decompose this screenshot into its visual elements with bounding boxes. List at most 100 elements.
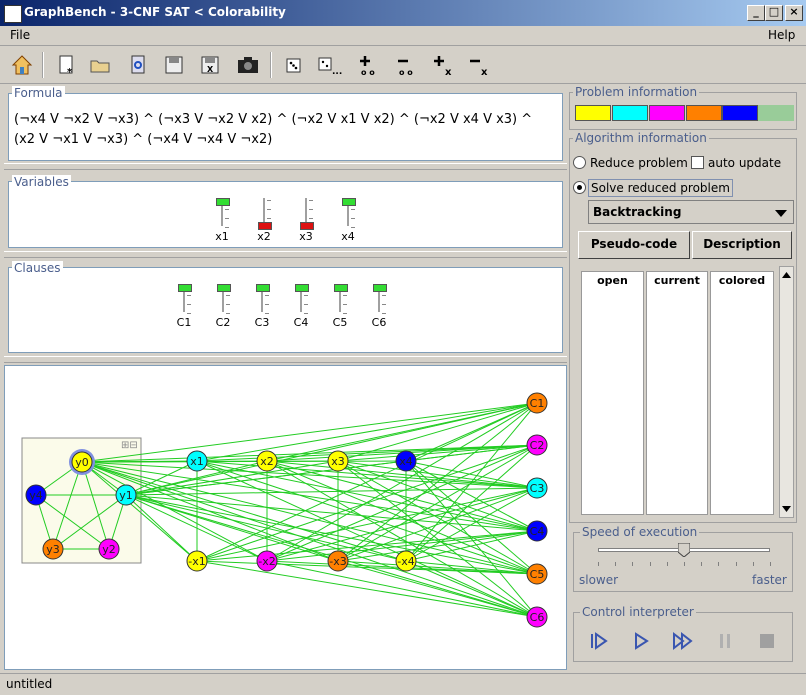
save-as-button[interactable]: X xyxy=(196,51,224,79)
open-button[interactable] xyxy=(86,51,114,79)
graph-node-C1[interactable]: C1 xyxy=(526,392,548,414)
splitter-1[interactable] xyxy=(4,163,567,170)
clause-slider-C2-thumb[interactable] xyxy=(217,284,231,292)
svg-text:x: x xyxy=(481,67,488,77)
description-button[interactable]: Description xyxy=(692,231,792,259)
speed-tick xyxy=(615,562,617,566)
home-icon xyxy=(11,55,33,75)
faster-label: faster xyxy=(752,573,787,587)
variable-slider-x4-thumb[interactable] xyxy=(342,198,356,206)
graph-canvas[interactable]: ⊞⊟ y0 y1 y4 y3 y2 x1 x2 x3 x4 -x1 -x2 -x3 -x4 C1 C2 C3 C4… xyxy=(4,365,567,670)
scrollbar[interactable] xyxy=(779,266,794,518)
remove-vertex-button[interactable]: o o xyxy=(392,51,420,79)
pseudo-code-button[interactable]: Pseudo-code xyxy=(578,231,690,259)
variable-slider-x3-thumb[interactable] xyxy=(300,222,314,230)
clause-slider-C6-thumb[interactable] xyxy=(373,284,387,292)
formula-text: (¬x4 V ¬x2 V ¬x3) ^ (¬x3 V ¬x2 V x2) ^ (… xyxy=(14,112,533,147)
color-swatch-magenta xyxy=(649,105,685,121)
graph-node-x2[interactable]: x2 xyxy=(256,450,278,472)
splitter-2[interactable] xyxy=(4,251,567,258)
svg-text:x: x xyxy=(445,67,452,77)
graph-node-y3[interactable]: y3 xyxy=(42,538,64,560)
graph-node-C2[interactable]: C2 xyxy=(526,434,548,456)
minimize-button[interactable]: _ xyxy=(747,5,765,21)
variable-slider-x4[interactable]: x4 xyxy=(336,198,360,244)
remove-variable-button[interactable]: x xyxy=(464,51,492,79)
color-swatch-orange xyxy=(686,105,722,121)
graph-node-nx2[interactable]: -x2 xyxy=(256,550,278,572)
svg-text:C4: C4 xyxy=(530,525,545,538)
clause-slider-C4-thumb[interactable] xyxy=(295,284,309,292)
solve-radio[interactable] xyxy=(573,181,586,194)
graph-node-nx1[interactable]: -x1 xyxy=(186,550,208,572)
save-button[interactable] xyxy=(160,51,188,79)
folder-icon xyxy=(90,60,110,73)
new-button[interactable]: * xyxy=(52,51,80,79)
graph-node-y1[interactable]: y1 xyxy=(115,484,137,506)
clause-slider-C4[interactable]: C4 xyxy=(289,284,313,330)
menu-file[interactable]: File xyxy=(10,28,30,42)
refresh-button[interactable] xyxy=(124,51,152,79)
svg-text:-x4: -x4 xyxy=(397,555,414,568)
variable-slider-x1-thumb[interactable] xyxy=(216,198,230,206)
graph-node-x4[interactable]: x4 xyxy=(395,450,417,472)
screenshot-button[interactable] xyxy=(234,51,262,79)
clause-slider-C5[interactable]: C5 xyxy=(328,284,352,330)
close-button[interactable]: × xyxy=(785,5,803,21)
clause-slider-C3-thumb[interactable] xyxy=(256,284,270,292)
random-options-button[interactable]: ... xyxy=(316,51,344,79)
clause-slider-C1-thumb[interactable] xyxy=(178,284,192,292)
svg-text:x3: x3 xyxy=(331,455,345,468)
graph-node-y0[interactable]: y0 xyxy=(69,449,95,475)
new-file-icon: * xyxy=(59,55,73,76)
graph-node-C6[interactable]: C6 xyxy=(526,606,548,628)
app-icon xyxy=(4,5,22,23)
variable-slider-x3-label: x3 xyxy=(299,230,313,243)
step-button[interactable] xyxy=(585,628,613,654)
clause-slider-C5-thumb[interactable] xyxy=(334,284,348,292)
clause-slider-C2-label: C2 xyxy=(215,316,231,329)
algorithm-select[interactable]: Backtracking xyxy=(588,200,794,224)
random-button[interactable] xyxy=(280,51,308,79)
current-header: current xyxy=(654,274,700,287)
graph-node-y2[interactable]: y2 xyxy=(98,538,120,560)
graph-node-nx4[interactable]: -x4 xyxy=(395,550,417,572)
speed-slider-thumb[interactable] xyxy=(677,542,691,558)
speed-legend: Speed of execution xyxy=(580,525,700,539)
variable-slider-x2-label: x2 xyxy=(257,230,271,243)
maximize-button[interactable]: □ xyxy=(765,5,783,21)
plus-vertex-icon: o o xyxy=(360,56,375,77)
minus-x-icon: x xyxy=(470,59,488,77)
graph-node-nx3[interactable]: -x3 xyxy=(327,550,349,572)
group-toggle-icon: ⊞⊟ xyxy=(121,440,138,451)
variable-slider-x3[interactable]: x3 xyxy=(294,198,318,244)
variable-slider-x2-thumb[interactable] xyxy=(258,222,272,230)
graph-node-x1[interactable]: x1 xyxy=(186,450,208,472)
splitter-3[interactable] xyxy=(4,356,567,363)
variable-slider-x1[interactable]: x1 xyxy=(210,198,234,244)
menu-help[interactable]: Help xyxy=(768,28,795,42)
auto-update-label: auto update xyxy=(708,156,782,170)
clause-slider-C1[interactable]: C1 xyxy=(172,284,196,330)
step-icon xyxy=(591,632,608,650)
add-vertex-button[interactable]: o o xyxy=(354,51,382,79)
graph-node-y4[interactable]: y4 xyxy=(25,484,47,506)
dice-icon xyxy=(286,58,301,73)
add-variable-button[interactable]: x xyxy=(428,51,456,79)
variable-slider-x2[interactable]: x2 xyxy=(252,198,276,244)
graph-node-C4[interactable]: C4 xyxy=(526,520,548,542)
clause-slider-C2[interactable]: C2 xyxy=(211,284,235,330)
graph-node-C3[interactable]: C3 xyxy=(526,477,548,499)
play-button[interactable] xyxy=(627,628,655,654)
formula-legend: Formula xyxy=(12,86,65,100)
clause-slider-C3[interactable]: C3 xyxy=(250,284,274,330)
reduce-radio[interactable] xyxy=(573,156,586,169)
save-icon xyxy=(165,56,183,74)
variable-slider-x4-label: x4 xyxy=(341,230,355,243)
home-button[interactable] xyxy=(8,51,36,79)
fast-forward-button[interactable] xyxy=(669,628,697,654)
graph-node-x3[interactable]: x3 xyxy=(327,450,349,472)
graph-node-C5[interactable]: C5 xyxy=(526,563,548,585)
clause-slider-C6[interactable]: C6 xyxy=(367,284,391,330)
auto-update-checkbox[interactable] xyxy=(691,156,704,169)
